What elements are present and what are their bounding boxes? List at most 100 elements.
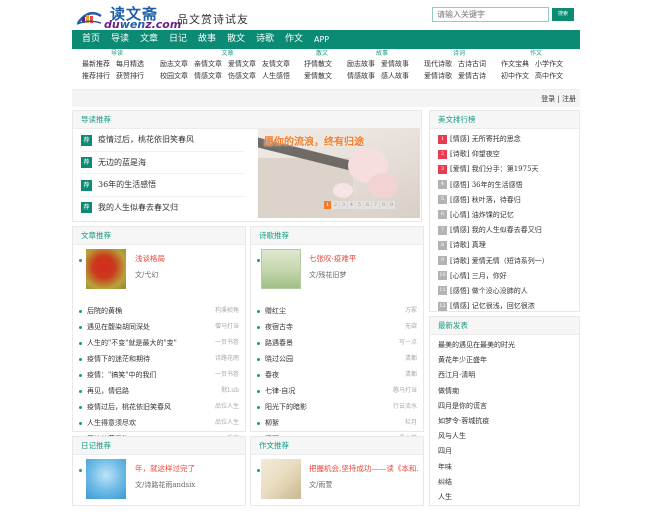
search-button[interactable]: 搜索 <box>552 8 574 21</box>
item-title[interactable]: 人生得意须尽欢 <box>87 419 136 427</box>
featured-title[interactable]: 浅谈格局 <box>135 253 245 264</box>
image-carousel[interactable]: 愿你的流浪，终有归途 123456789 <box>258 128 420 218</box>
carousel-page[interactable]: 9 <box>388 201 395 209</box>
subnav-link[interactable]: 励志文章 <box>160 60 188 68</box>
subnav-link[interactable]: 推荐排行 <box>82 72 110 80</box>
search-input[interactable] <box>432 7 549 22</box>
nav-app[interactable]: APP <box>304 30 333 49</box>
item-title[interactable]: 再见，情侣路 <box>87 387 129 395</box>
guide-item[interactable]: 荐无边的蓝是海 <box>81 152 245 174</box>
essay-thumbnail[interactable] <box>261 459 301 499</box>
guide-item-title[interactable]: 36年的生活感悟 <box>98 180 156 189</box>
ranking-title[interactable]: 三月，你好 <box>472 272 507 280</box>
subnav-link[interactable]: 高中作文 <box>535 72 563 80</box>
ranking-title[interactable]: 油炸馃的记忆 <box>472 211 514 219</box>
ranking-item[interactable]: 6 [心情] 油炸馃的记忆 <box>430 208 579 223</box>
subnav-link[interactable]: 人生感悟 <box>262 72 290 80</box>
featured-diary[interactable]: 年，就这样过完了 文/诗路花雨andsix <box>73 459 245 513</box>
carousel-page[interactable]: 1 <box>324 201 331 209</box>
item-author[interactable]: 憨马打当 <box>393 383 417 399</box>
subnav-link[interactable]: 情感故事 <box>347 72 375 80</box>
subnav-link[interactable]: 小学作文 <box>535 60 563 68</box>
subnav-link[interactable]: 伤感文章 <box>228 72 256 80</box>
featured-title[interactable]: 七张叹·疫难平 <box>309 253 419 264</box>
featured-title[interactable]: 年，就这样过完了 <box>135 463 245 474</box>
item-title[interactable]: 七律·自况 <box>265 387 295 395</box>
ranking-title[interactable]: 我们分手：第1975天 <box>472 165 539 173</box>
ranking-title[interactable]: 无所寄托的思念 <box>472 135 521 143</box>
latest-item[interactable]: 人生 <box>430 490 579 505</box>
subnav-link[interactable]: 获赞排行 <box>116 72 144 80</box>
poem-thumbnail[interactable] <box>261 249 301 289</box>
item-author[interactable]: 清都 <box>405 367 417 383</box>
guide-item[interactable]: 荐疫情过后，桃花依旧笑春风 <box>81 129 245 152</box>
item-title[interactable]: 疫情下的迷茫和期待 <box>87 355 150 363</box>
latest-item[interactable]: 风与人生 <box>430 429 579 444</box>
subnav-link[interactable]: 爱情散文 <box>304 72 332 80</box>
ranking-title[interactable]: 36年的生活感悟 <box>472 181 523 189</box>
list-item[interactable]: 七律·自况 憨马打当 <box>251 383 423 399</box>
ranking-item[interactable]: 10 [心情] 三月，你好 <box>430 269 579 284</box>
ranking-item[interactable]: 11 [感悟] 做个没心没肺的人 <box>430 284 579 299</box>
ranking-item[interactable]: 9 [诗歌] 爱情无情（短诗系列一） <box>430 254 579 269</box>
item-title[interactable]: 赠红尘 <box>265 307 286 315</box>
item-title[interactable]: 柳絮 <box>265 419 279 427</box>
subnav-link[interactable]: 情感文章 <box>194 72 222 80</box>
latest-item[interactable]: 纠结 <box>430 475 579 490</box>
list-item[interactable]: 疫情下的迷茫和期待 诗路花雨 <box>73 351 245 367</box>
carousel-page[interactable]: 6 <box>364 201 371 209</box>
latest-item[interactable]: 四月是你的谎言 <box>430 399 579 414</box>
ranking-item[interactable]: 5 [感悟] 秋叶落，待春归 <box>430 193 579 208</box>
item-author[interactable]: 栏月 <box>405 415 417 431</box>
subnav-link[interactable]: 古诗古词 <box>458 60 486 68</box>
subnav-link[interactable]: 作文宝典 <box>501 60 529 68</box>
latest-item[interactable]: 最美的遇见在最美的时光 <box>430 338 579 353</box>
list-item[interactable]: 疫情："搞笑"中的我们 一页书卷 <box>73 367 245 383</box>
list-item[interactable]: 赠红尘 方冢 <box>251 303 423 319</box>
featured-essay[interactable]: 把握机会,坚持成功——读《本和.. 文/雨萱 <box>251 459 423 513</box>
item-title[interactable]: 路遇春景 <box>265 339 293 347</box>
diary-thumbnail[interactable] <box>86 459 126 499</box>
list-item[interactable]: 柳絮 栏月 <box>251 415 423 431</box>
subnav-link[interactable]: 校园文章 <box>160 72 188 80</box>
ranking-title[interactable]: 仰望夜空 <box>472 150 500 158</box>
featured-poem[interactable]: 七张叹·疫难平 文/残花旧梦 <box>251 249 423 303</box>
nav-poetry[interactable]: 诗歌 <box>246 30 275 49</box>
latest-item[interactable]: 黄花年少正盛年 <box>430 353 579 368</box>
item-author[interactable]: 品位人生 <box>215 399 239 415</box>
carousel-page[interactable]: 8 <box>380 201 387 209</box>
item-title[interactable]: 人生的"不变"就是最大的"变" <box>87 339 177 347</box>
subnav-link[interactable]: 爱情故事 <box>381 60 409 68</box>
subnav-link[interactable]: 亲情文章 <box>194 60 222 68</box>
item-author[interactable]: 写一点 <box>399 335 417 351</box>
nav-home[interactable]: 首页 <box>72 30 101 49</box>
subnav-link[interactable]: 初中作文 <box>501 72 529 80</box>
subnav-link[interactable]: 爱情诗歌 <box>424 72 452 80</box>
list-item[interactable]: 遇见在馥染胡同深处 僧马打当 <box>73 319 245 335</box>
ranking-item[interactable]: 1 [情感] 无所寄托的思念 <box>430 132 579 147</box>
latest-item[interactable]: 西江月·清明 <box>430 368 579 383</box>
list-item[interactable]: 春夜 清都 <box>251 367 423 383</box>
subnav-link[interactable]: 爱情古诗 <box>458 72 486 80</box>
ranking-title[interactable]: 秋叶落，待春归 <box>472 196 521 204</box>
subnav-link[interactable]: 最新推荐 <box>82 60 110 68</box>
guide-item[interactable]: 荐 36年的生活感悟 <box>81 174 245 197</box>
item-author[interactable]: 方冢 <box>405 303 417 319</box>
nav-articles[interactable]: 文章 <box>130 30 159 49</box>
item-author[interactable]: 清都 <box>405 351 417 367</box>
item-title[interactable]: 疫情："搞笑"中的我们 <box>87 371 156 379</box>
list-item[interactable]: 人生得意须尽欢 品位人生 <box>73 415 245 431</box>
item-author[interactable]: 一页书卷 <box>215 367 239 383</box>
nav-diary[interactable]: 日记 <box>159 30 188 49</box>
login-register-link[interactable]: 登录 | 注册 <box>541 94 576 104</box>
ranking-item[interactable]: 8 [诗歌] 真理 <box>430 238 579 253</box>
guide-item-title[interactable]: 无边的蓝是海 <box>98 158 146 167</box>
ranking-title[interactable]: 记忆很浅，回忆很浓 <box>472 302 535 310</box>
nav-stories[interactable]: 故事 <box>188 30 217 49</box>
ranking-title[interactable]: 我的人生似春去春又归 <box>472 226 542 234</box>
ranking-item[interactable]: 2 [诗歌] 仰望夜空 <box>430 147 579 162</box>
latest-item[interactable]: 做情痴 <box>430 384 579 399</box>
guide-item-title[interactable]: 疫情过后，桃花依旧笑春风 <box>98 135 194 144</box>
guide-item-title[interactable]: 我的人生似春去春又归 <box>98 203 178 212</box>
latest-item[interactable]: 如梦令·蓉城抗疫 <box>430 414 579 429</box>
